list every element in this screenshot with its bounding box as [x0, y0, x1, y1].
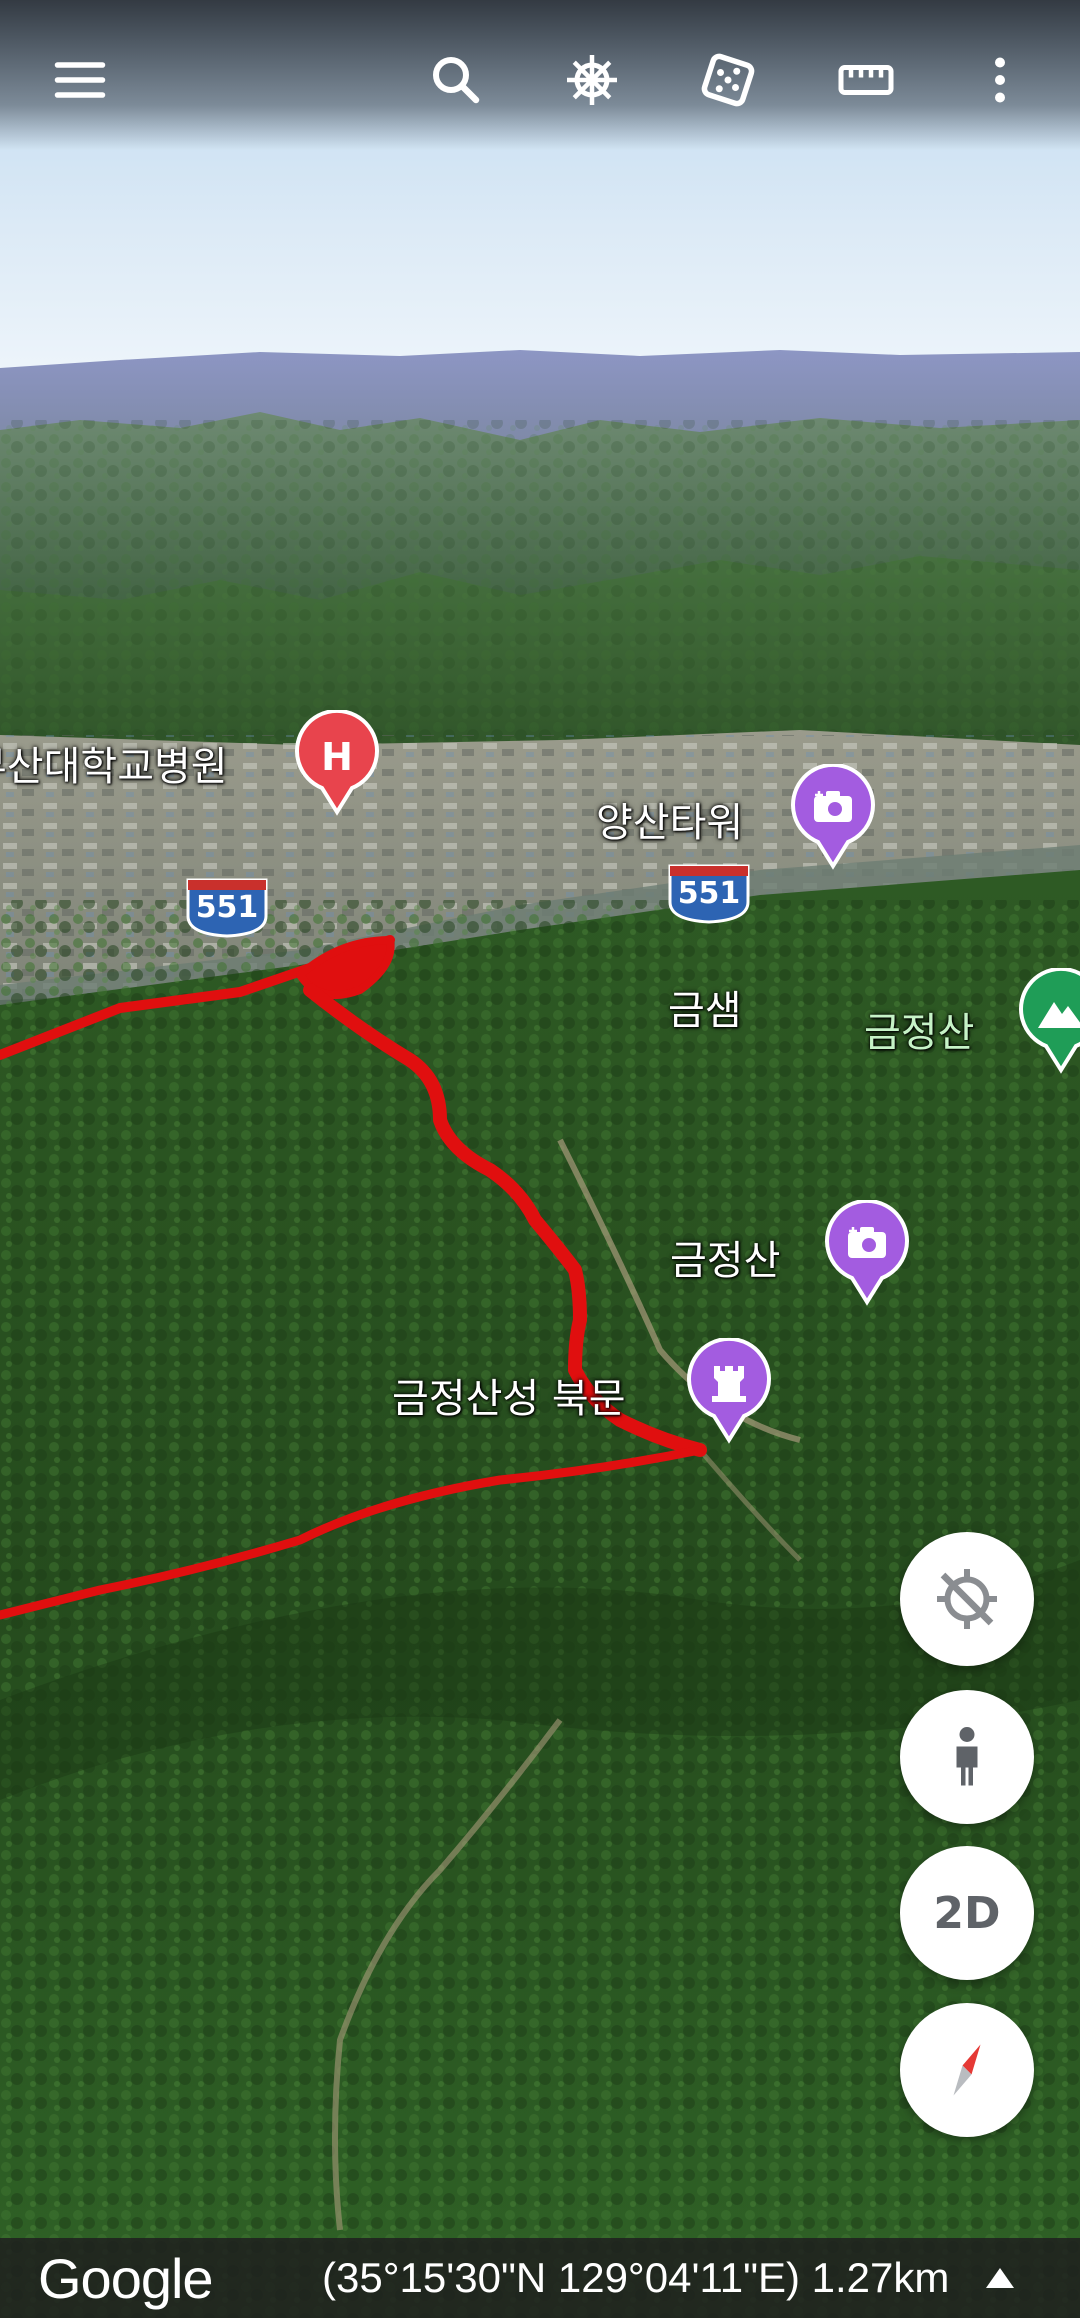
place-label-geumsaem[interactable]: 금샘 — [668, 978, 742, 1036]
more-vert-icon — [995, 57, 1005, 103]
ship-wheel-icon — [567, 55, 617, 105]
route-shield-551-west: 551 — [184, 876, 270, 938]
view-mode-label: 2D — [933, 1887, 1001, 1939]
top-toolbar — [0, 0, 1080, 150]
coordinates-readout: (35°15'30"N 129°04'11"E) 1.27km — [322, 2254, 950, 2301]
photo-pin-icon-geumjeongsan[interactable] — [822, 1198, 912, 1310]
compass-button[interactable] — [900, 2003, 1034, 2137]
menu-button[interactable] — [30, 30, 130, 130]
place-label-yangsan-tower[interactable]: 양산타워 — [596, 790, 743, 848]
my-location-button[interactable] — [900, 1532, 1034, 1666]
pegman-icon — [956, 1727, 978, 1786]
street-view-button[interactable] — [900, 1690, 1034, 1824]
place-label-geumjeongsan-photo[interactable]: 금정산 — [670, 1228, 780, 1286]
mountain-pin-icon[interactable] — [1016, 966, 1080, 1078]
photo-pin-icon[interactable] — [788, 762, 878, 874]
place-label-north-gate[interactable]: 금정산성 북문 — [392, 1366, 626, 1424]
triangle-up-icon[interactable] — [982, 2262, 1018, 2292]
route-shield-551-east: 551 — [666, 862, 752, 924]
search-icon — [433, 57, 480, 104]
location-off-icon — [937, 1569, 997, 1629]
map-view[interactable] — [0, 0, 1080, 2318]
voyager-button[interactable] — [542, 30, 642, 130]
hospital-pin-icon[interactable]: H — [292, 708, 382, 820]
feeling-lucky-button[interactable] — [678, 30, 778, 130]
search-button[interactable] — [406, 30, 506, 130]
view-mode-button[interactable]: 2D — [900, 1846, 1034, 1980]
ruler-icon — [838, 65, 894, 95]
castle-pin-icon[interactable] — [684, 1336, 774, 1448]
dice-icon — [701, 53, 755, 107]
google-logo: Google — [38, 2247, 214, 2310]
menu-icon — [54, 62, 106, 98]
measure-button[interactable] — [816, 30, 916, 130]
compass-icon — [953, 2044, 981, 2096]
place-label-geumjeongsan-peak[interactable]: 금정산 — [864, 1000, 974, 1058]
place-label-hospital[interactable]: 부산대학교병원 — [0, 734, 228, 792]
svg-text:H: H — [321, 735, 353, 779]
more-options-button[interactable] — [950, 30, 1050, 130]
